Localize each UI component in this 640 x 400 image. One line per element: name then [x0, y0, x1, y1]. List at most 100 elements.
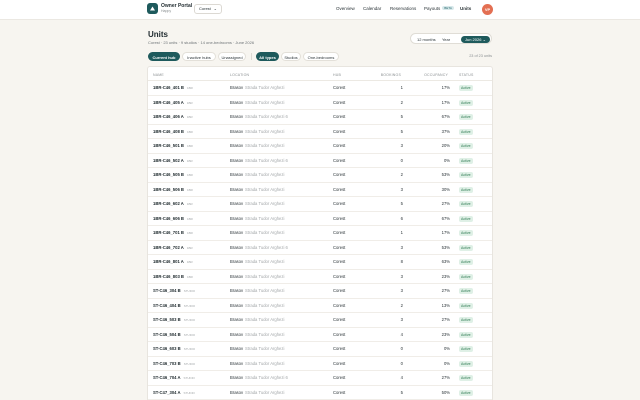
unit-hub: Corest: [333, 288, 346, 293]
unit-name[interactable]: ST-C46_504 B STUDIO: [153, 332, 195, 338]
table-row[interactable]: ST-C46_603 B STUDIO Brasov Strada Tudor Arg…: [148, 342, 492, 357]
col-bookings-header[interactable]: Bookings: [381, 73, 401, 77]
range-year[interactable]: Year: [442, 36, 450, 43]
unit-type-tag: 1BR: [186, 187, 193, 192]
brand-logo-icon[interactable]: [147, 3, 158, 14]
unit-street: Strada Tudor Arghezi: [245, 99, 285, 105]
status-badge: Active: [459, 244, 473, 251]
unit-name[interactable]: ST-C46_304 B STUDIO: [153, 288, 195, 294]
unit-name[interactable]: 1BR-C46_502 A 1BR: [153, 158, 193, 164]
unit-name[interactable]: ST-C47_304 A STUDIO: [153, 390, 195, 396]
table-row[interactable]: 1BR-C46_702 A 1BR Brasov Strada Tudor Arghe…: [148, 241, 492, 255]
unit-name[interactable]: ST-C46_703 B STUDIO: [153, 361, 195, 367]
filter-current-hub[interactable]: Current hub: [148, 52, 180, 61]
unit-name[interactable]: 1BR-C46_501 B 1BR: [153, 143, 193, 149]
table-row[interactable]: 1BR-C46_406 A 1BR Brasov Strada Tudor Arghe…: [148, 110, 492, 125]
avatar[interactable]: VP: [482, 4, 493, 15]
col-hub-header[interactable]: Hub: [333, 73, 341, 77]
unit-street: Strada Tudor Arghezi: [245, 273, 285, 279]
unit-name-label: 1BR-C46_406 A: [153, 114, 184, 119]
unit-bookings: 3: [400, 288, 403, 293]
unit-name[interactable]: 1BR-C46_405 A 1BR: [153, 100, 193, 106]
unit-location: Brasov Strada Tudor Arghezi: [230, 259, 284, 265]
status-badge: Active: [459, 331, 473, 338]
nav-payouts[interactable]: Payouts BETA: [424, 6, 454, 12]
unit-name[interactable]: 1BR-C46_406 A 1BR: [153, 114, 193, 120]
col-location-header[interactable]: Location: [230, 73, 249, 77]
table-row[interactable]: 1BR-C46_505 B 1BR Brasov Strada Tudor Arghe…: [148, 168, 492, 183]
filter-studios[interactable]: Studios: [281, 52, 301, 61]
nav-reservations[interactable]: Reservations: [390, 6, 416, 12]
col-name-header[interactable]: Name: [153, 73, 164, 77]
unit-name[interactable]: ST-C46_404 B STUDIO: [153, 303, 195, 309]
status-badge: Active: [459, 172, 473, 178]
unit-type-tag: 1BR: [186, 144, 193, 148]
status-badge: Active: [459, 215, 473, 222]
filter-all-types[interactable]: All types: [256, 52, 279, 61]
unit-type-tag: 1BR: [186, 245, 193, 250]
nav-units[interactable]: Units: [460, 6, 471, 12]
brand: Owner Portal Happy: [161, 3, 192, 14]
table-row[interactable]: 1BR-C46_408 B 1BR Brasov Strada Tudor Arghe…: [148, 125, 492, 139]
unit-occupancy: 17%: [441, 85, 450, 90]
table-row[interactable]: 1BR-C46_803 B 1BR Brasov Strada Tudor Arghe…: [148, 270, 492, 284]
range-current-month[interactable]: Jun 2026 ⌄: [461, 36, 490, 43]
col-status-header[interactable]: Status: [459, 73, 474, 77]
table-row[interactable]: ST-C47_304 A STUDIO Brasov Strada Tudor Arg…: [148, 386, 492, 400]
table-row[interactable]: ST-C46_404 B STUDIO Brasov Strada Tudor Arg…: [148, 299, 492, 313]
table-row[interactable]: 1BR-C46_602 A 1BR Brasov Strada Tudor Arghe…: [148, 197, 492, 212]
unit-hub: Corest: [333, 244, 346, 250]
unit-type-tag: 1BR: [186, 129, 193, 134]
table-row[interactable]: ST-C46_703 B STUDIO Brasov Strada Tudor Arg…: [148, 357, 492, 371]
unit-name[interactable]: 1BR-C46_702 A 1BR: [153, 245, 193, 251]
table-row[interactable]: 1BR-C46_501 B 1BR Brasov Strada Tudor Arghe…: [148, 139, 492, 154]
table-row[interactable]: ST-C46_304 B STUDIO Brasov Strada Tudor Arg…: [148, 284, 492, 299]
table-row[interactable]: ST-C46_504 B STUDIO Brasov Strada Tudor Arg…: [148, 328, 492, 342]
filter-one-bedrooms[interactable]: One-bedrooms: [303, 52, 339, 61]
table-row[interactable]: 1BR-C46_606 B 1BR Brasov Strada Tudor Arghe…: [148, 212, 492, 226]
unit-name[interactable]: 1BR-C46_506 B 1BR: [153, 187, 193, 193]
unit-type-tag: 1BR: [186, 100, 193, 105]
unit-location: Brasov Strada Tudor Arghezi 6: [230, 114, 288, 120]
unit-occupancy: 20%: [441, 143, 450, 148]
unit-name[interactable]: 1BR-C46_505 B 1BR: [153, 172, 193, 178]
unit-name-label: 1BR-C46_505 B: [153, 172, 184, 177]
table-row[interactable]: 1BR-C46_801 A 1BR Brasov Strada Tudor Arghe…: [148, 255, 492, 270]
unit-name-label: ST-C46_603 B: [153, 346, 181, 351]
unit-name[interactable]: 1BR-C46_606 B 1BR: [153, 216, 193, 222]
beta-badge: BETA: [442, 6, 454, 10]
unit-name[interactable]: 1BR-C46_801 A 1BR: [153, 259, 193, 265]
unit-street: Strada Tudor Arghezi: [245, 346, 285, 351]
table-row[interactable]: 1BR-C46_506 B 1BR Brasov Strada Tudor Arghe…: [148, 183, 492, 197]
nav-calendar[interactable]: Calendar: [363, 6, 381, 12]
filter-unassigned[interactable]: Unassigned: [218, 52, 246, 61]
filter-inactive-hubs[interactable]: Inactive hubs: [182, 52, 216, 61]
unit-name[interactable]: ST-C46_603 B STUDIO: [153, 346, 195, 352]
table-row[interactable]: 1BR-C46_405 A 1BR Brasov Strada Tudor Arghe…: [148, 96, 492, 110]
unit-name[interactable]: 1BR-C46_401 B 1BR: [153, 85, 193, 91]
unit-name[interactable]: 1BR-C46_803 B 1BR: [153, 274, 193, 280]
col-occupancy-header[interactable]: Occupancy: [424, 73, 448, 77]
unit-name[interactable]: 1BR-C46_701 B 1BR: [153, 230, 193, 236]
unit-name[interactable]: 1BR-C46_408 B 1BR: [153, 129, 193, 135]
unit-bookings: 4: [400, 331, 403, 337]
owner-select[interactable]: Corest ⌄: [194, 4, 222, 14]
status-badge: Active: [459, 230, 473, 236]
unit-name[interactable]: 1BR-C46_602 A 1BR: [153, 201, 193, 207]
nav-overview[interactable]: Overview: [336, 6, 355, 12]
unit-name-label: 1BR-C46_502 A: [153, 157, 184, 163]
table-row[interactable]: 1BR-C46_701 B 1BR Brasov Strada Tudor Arghe…: [148, 226, 492, 241]
unit-bookings: 5: [400, 128, 403, 134]
unit-city: Brasov: [230, 273, 244, 279]
unit-name[interactable]: ST-C46_704 A STUDIO: [153, 375, 195, 381]
table-row[interactable]: 1BR-C46_401 B 1BR Brasov Strada Tudor Arghe…: [148, 81, 492, 96]
table-row[interactable]: ST-C46_503 B STUDIO Brasov Strada Tudor Arg…: [148, 313, 492, 328]
unit-city: Brasov: [230, 375, 244, 380]
range-12-months[interactable]: 12 months: [417, 36, 436, 43]
unit-location: Brasov Strada Tudor Arghezi: [230, 332, 284, 338]
unit-city: Brasov: [230, 143, 244, 148]
unit-hub: Corest: [333, 273, 346, 279]
unit-name[interactable]: ST-C46_503 B STUDIO: [153, 317, 195, 323]
table-row[interactable]: 1BR-C46_502 A 1BR Brasov Strada Tudor Arghe…: [148, 154, 492, 168]
table-row[interactable]: ST-C46_704 A STUDIO Brasov Strada Tudor Arg…: [148, 371, 492, 386]
